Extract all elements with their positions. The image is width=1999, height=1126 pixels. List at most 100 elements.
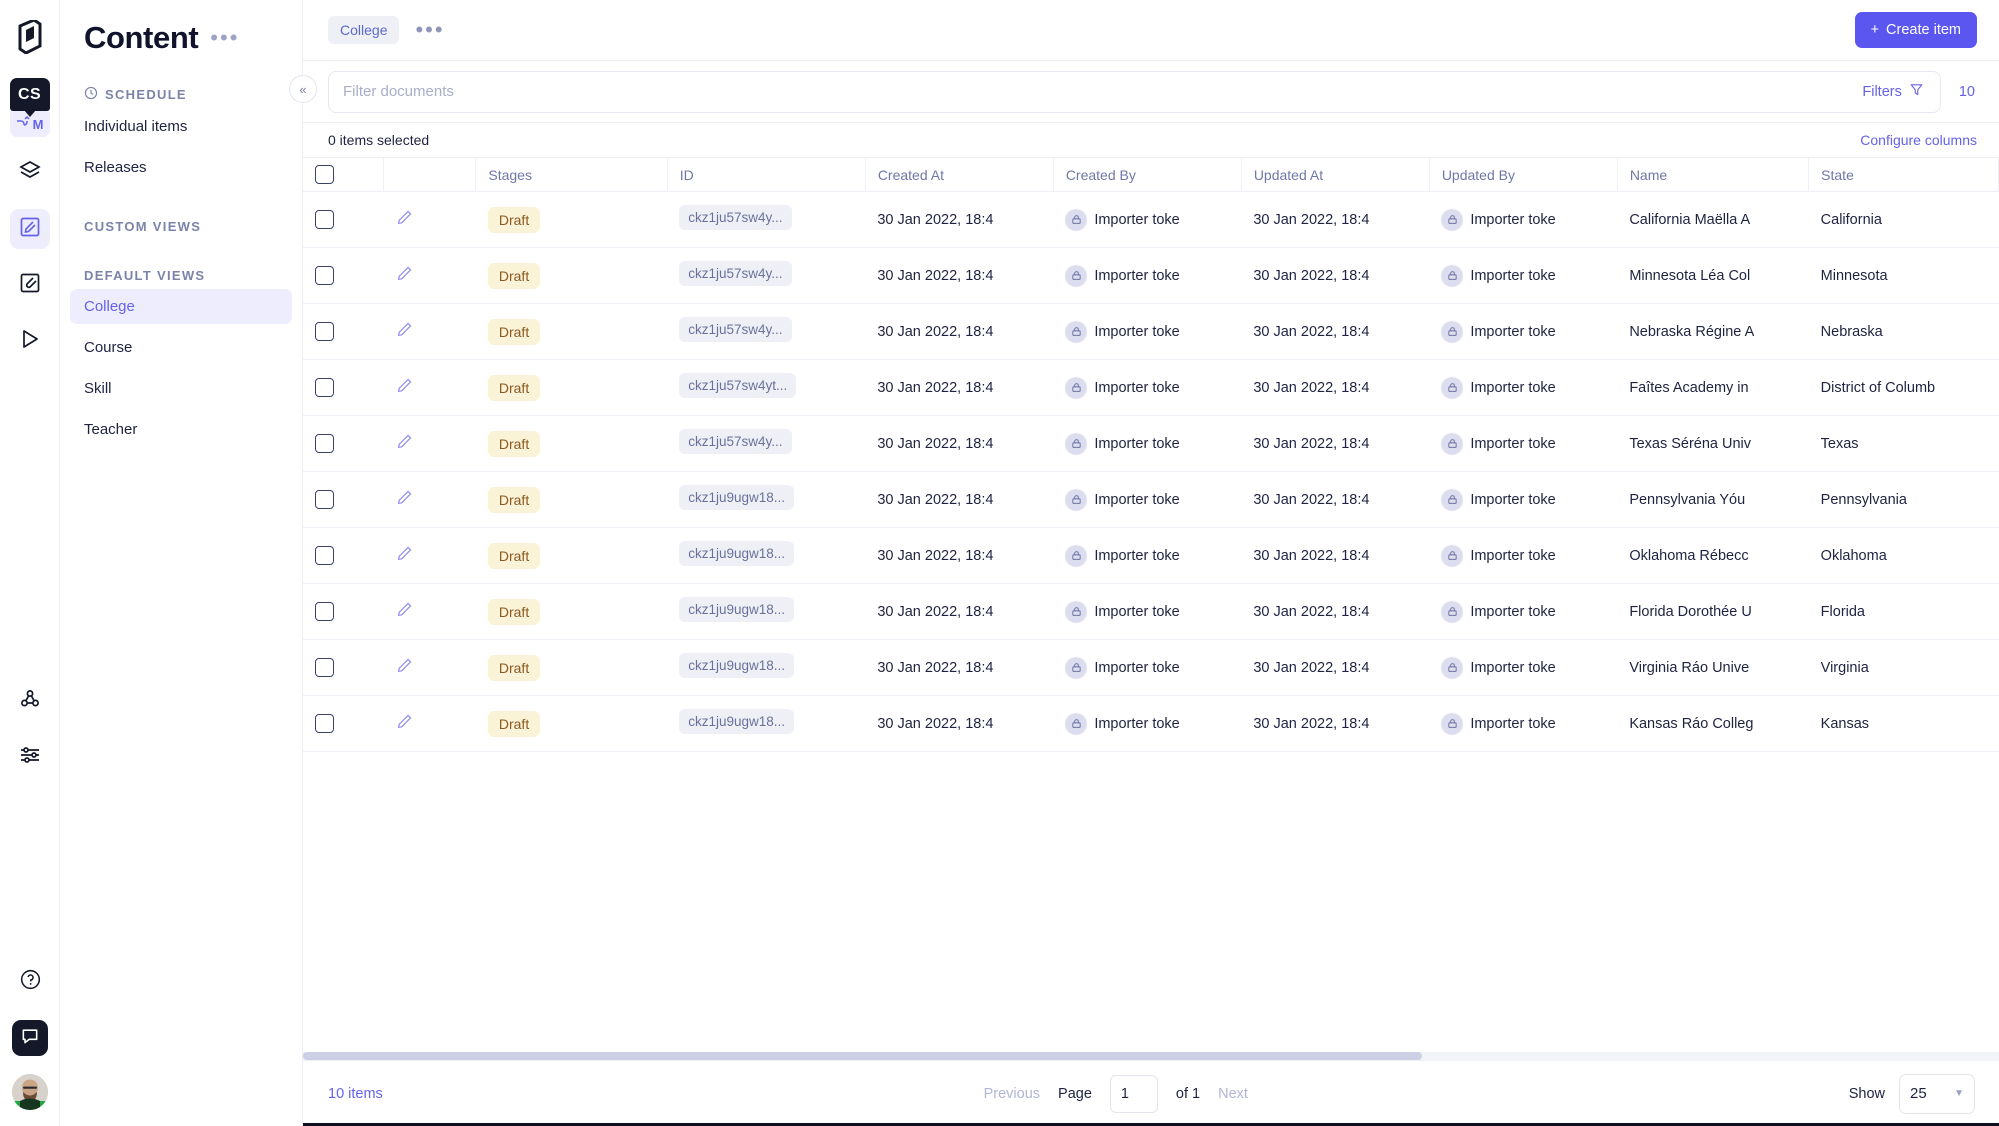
table-row[interactable]: Draft ckz1ju57sw4yt... 30 Jan 2022, 18:4 Im… [303,359,1999,416]
sidebar-item-settings[interactable] [10,737,50,777]
sidebar-item-individual-items[interactable]: Individual items [70,109,292,144]
pencil-icon[interactable] [396,714,413,734]
row-edit-cell[interactable] [383,303,476,360]
column-header-created-by[interactable]: Created By [1053,157,1242,192]
row-checkbox[interactable] [315,434,334,453]
search-input[interactable] [343,83,1847,100]
row-select-cell[interactable] [303,639,384,696]
pencil-icon[interactable] [396,546,413,566]
row-select-cell[interactable] [303,191,384,248]
row-select-cell[interactable] [303,527,384,584]
row-select-cell[interactable] [303,583,384,640]
sidebar-item-content[interactable] [9,209,50,249]
row-edit-cell[interactable] [383,695,476,752]
row-select-cell[interactable] [303,695,384,752]
table-row[interactable]: Draft ckz1ju9ugw18... 30 Jan 2022, 18:4 Imp… [303,695,1999,752]
row-select-cell[interactable] [303,415,384,472]
sidebar-item-teacher[interactable]: Teacher [70,412,292,447]
page-size-select[interactable]: 25 ▼ [1899,1073,1975,1114]
previous-page-button[interactable]: Previous [984,1086,1040,1102]
row-checkbox[interactable] [315,602,334,621]
scrollbar-thumb[interactable] [303,1052,1423,1060]
column-header-updated-at[interactable]: Updated At [1241,157,1430,192]
sidebar-item-skill[interactable]: Skill [70,371,292,406]
table-row[interactable]: Draft ckz1ju57sw4y... 30 Jan 2022, 18:4 Imp… [303,191,1999,248]
pencil-icon[interactable] [396,434,413,454]
row-checkbox[interactable] [315,658,334,677]
cell-id[interactable]: ckz1ju57sw4y... [667,415,866,472]
column-header-stages[interactable]: Stages [475,157,668,192]
collapse-sidebar-button[interactable]: « [289,75,317,103]
row-edit-cell[interactable] [383,583,476,640]
sidebar-item-api-playground[interactable] [10,321,50,361]
horizontal-scrollbar[interactable] [303,1052,1999,1060]
row-checkbox[interactable] [315,378,334,397]
table-row[interactable]: Draft ckz1ju57sw4y... 30 Jan 2022, 18:4 Imp… [303,415,1999,472]
table-row[interactable]: Draft ckz1ju57sw4y... 30 Jan 2022, 18:4 Imp… [303,303,1999,360]
table-row[interactable]: Draft ckz1ju9ugw18... 30 Jan 2022, 18:4 Imp… [303,583,1999,640]
select-all-checkbox[interactable] [315,165,334,184]
row-select-cell[interactable] [303,359,384,416]
row-edit-cell[interactable] [383,639,476,696]
project-badge[interactable]: CS M [9,78,50,137]
cell-id[interactable]: ckz1ju9ugw18... [667,471,866,528]
row-checkbox[interactable] [315,714,334,733]
pencil-icon[interactable] [396,602,413,622]
configure-columns-button[interactable]: Configure columns [1860,132,1977,148]
pencil-icon[interactable] [396,490,413,510]
ellipsis-icon[interactable]: ••• [210,27,239,49]
help-button[interactable] [10,962,50,1002]
page-number-input[interactable] [1109,1074,1158,1113]
table-row[interactable]: Draft ckz1ju9ugw18... 30 Jan 2022, 18:4 Imp… [303,471,1999,528]
pencil-icon[interactable] [396,210,413,230]
column-header-updated-by[interactable]: Updated By [1429,157,1618,192]
pencil-icon[interactable] [396,266,413,286]
cell-id[interactable]: ckz1ju9ugw18... [667,527,866,584]
table-row[interactable]: Draft ckz1ju9ugw18... 30 Jan 2022, 18:4 Imp… [303,639,1999,696]
column-header-state[interactable]: State [1808,157,1999,192]
cell-id[interactable]: ckz1ju9ugw18... [667,639,866,696]
pencil-icon[interactable] [396,658,413,678]
row-checkbox[interactable] [315,322,334,341]
sidebar-item-course[interactable]: Course [70,330,292,365]
chat-button[interactable] [12,1020,48,1056]
select-all-header[interactable] [303,157,385,192]
ellipsis-icon[interactable]: ••• [415,19,444,41]
model-chip[interactable]: College [328,16,400,44]
sidebar-item-college[interactable]: College [70,289,292,324]
avatar[interactable] [12,1074,48,1110]
filter-documents-field[interactable]: Filters [328,70,1941,113]
sidebar-item-schema[interactable] [10,153,50,193]
row-edit-cell[interactable] [383,527,476,584]
row-edit-cell[interactable] [383,191,476,248]
cell-id[interactable]: ckz1ju57sw4y... [667,191,866,248]
table-row[interactable]: Draft ckz1ju9ugw18... 30 Jan 2022, 18:4 Imp… [303,527,1999,584]
row-edit-cell[interactable] [383,471,476,528]
cell-id[interactable]: ckz1ju57sw4yt... [667,359,866,416]
row-edit-cell[interactable] [383,247,476,304]
graphcms-logo-icon[interactable] [10,14,50,60]
row-edit-cell[interactable] [383,415,476,472]
cell-id[interactable]: ckz1ju9ugw18... [667,583,866,640]
pencil-icon[interactable] [396,322,413,342]
row-select-cell[interactable] [303,303,384,360]
sidebar-item-releases[interactable]: Releases [70,150,292,185]
column-header-created-at[interactable]: Created At [865,157,1054,192]
column-header-id[interactable]: ID [667,157,866,192]
pencil-icon[interactable] [396,378,413,398]
row-checkbox[interactable] [315,210,334,229]
cell-id[interactable]: ckz1ju57sw4y... [667,303,866,360]
row-select-cell[interactable] [303,247,384,304]
row-checkbox[interactable] [315,546,334,565]
column-header-name[interactable]: Name [1617,157,1810,192]
cell-id[interactable]: ckz1ju9ugw18... [667,695,866,752]
table-row[interactable]: Draft ckz1ju57sw4y... 30 Jan 2022, 18:4 Imp… [303,247,1999,304]
cell-id[interactable]: ckz1ju57sw4y... [667,247,866,304]
next-page-button[interactable]: Next [1218,1086,1248,1102]
row-checkbox[interactable] [315,266,334,285]
row-checkbox[interactable] [315,490,334,509]
row-edit-cell[interactable] [383,359,476,416]
row-select-cell[interactable] [303,471,384,528]
sidebar-item-assets[interactable] [10,265,50,305]
create-item-button[interactable]: + Create item [1854,12,1977,48]
